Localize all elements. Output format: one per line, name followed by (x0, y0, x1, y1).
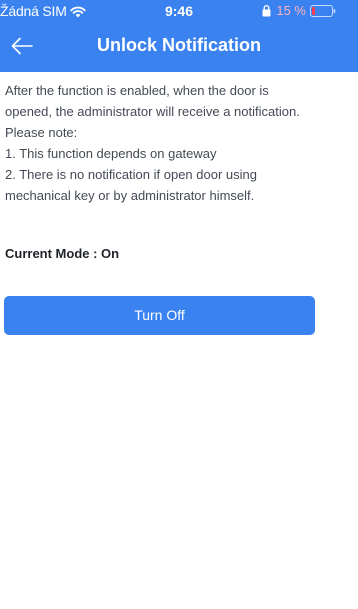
description-line: After the function is enabled, when the … (5, 83, 269, 98)
status-bar: Žádná SIM 9:46 15 % (0, 0, 358, 22)
description-line: 1. This function depends on gateway (5, 146, 217, 161)
description-line: Please note: (5, 125, 78, 140)
page-title: Unlock Notification (96, 35, 261, 55)
description-line: 2. There is no notification if open door… (5, 167, 257, 182)
turn-off-button[interactable]: Turn Off (4, 296, 315, 335)
battery-icon (310, 4, 336, 17)
description-line: mechanical key or by administrator himse… (5, 188, 255, 203)
battery-percent: 15 % (276, 3, 306, 18)
current-mode-label: Current Mode : On (5, 246, 120, 261)
description-line: opened, the administrator will receive a… (5, 104, 300, 119)
description-text: After the function is enabled, when the … (5, 80, 345, 206)
orientation-lock-icon (262, 4, 271, 16)
nav-bar: Unlock Notification (0, 22, 358, 72)
app-header: Žádná SIM 9:46 15 % Unlock Notification (0, 0, 358, 72)
battery-status: 15 % (262, 3, 336, 18)
